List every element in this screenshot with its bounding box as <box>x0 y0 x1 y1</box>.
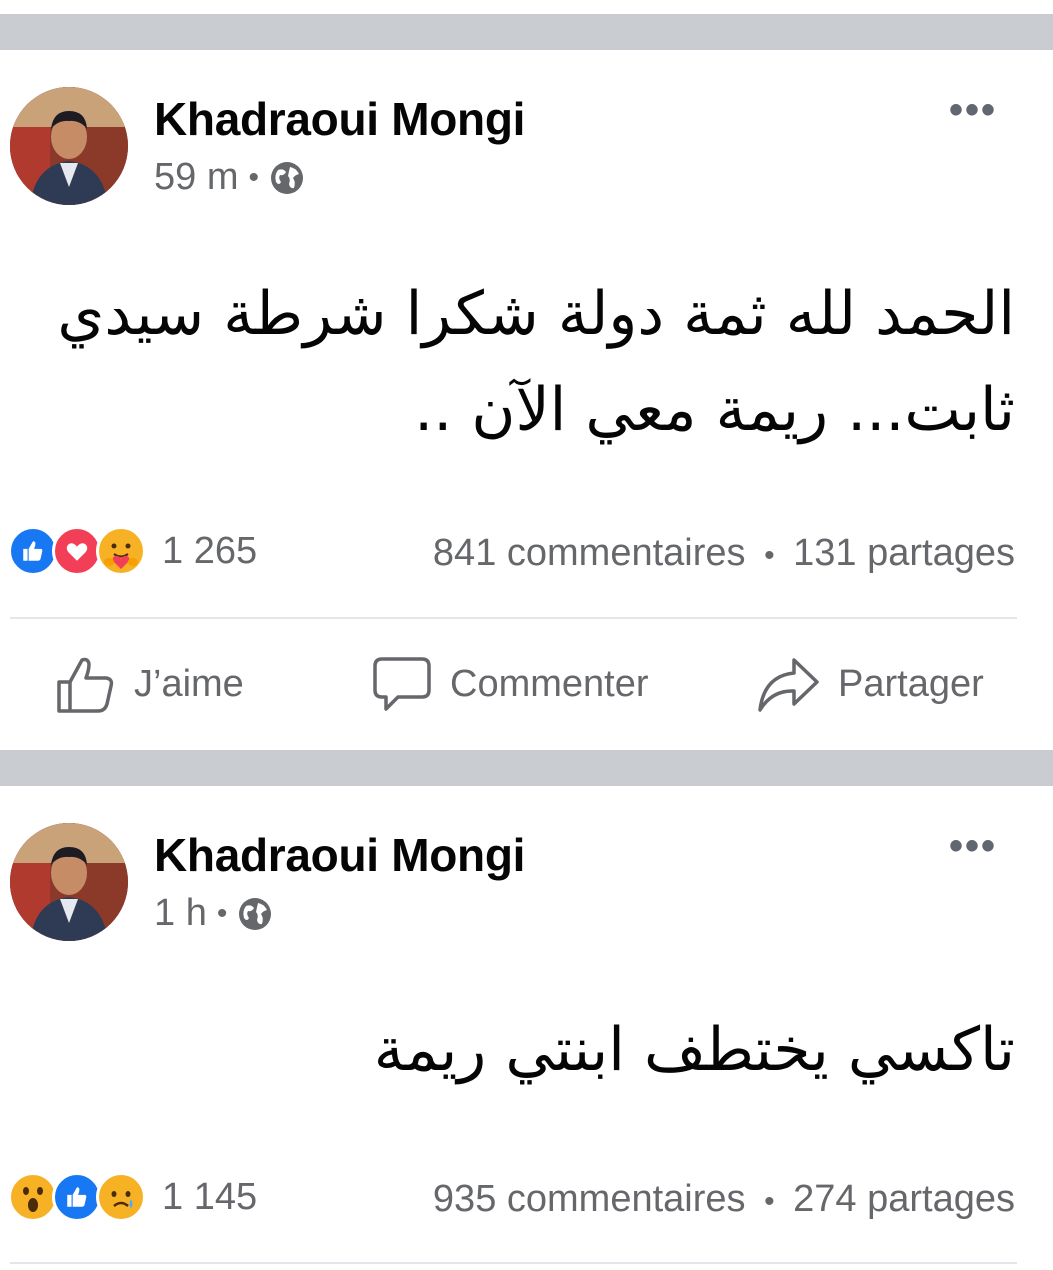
globe-icon <box>239 897 272 930</box>
post-time[interactable]: 59 m <box>154 156 238 199</box>
share-button[interactable]: Partager <box>756 654 984 714</box>
post-text: الحمد لله ثمة دولة شكرا شرطة سيدي ثابت..… <box>57 266 1015 458</box>
comment-label: Commenter <box>450 662 649 705</box>
divider <box>10 617 1017 619</box>
like-button[interactable]: J’aime <box>56 654 244 714</box>
like-label: J’aime <box>134 662 244 705</box>
thumbs-up-icon <box>57 657 114 713</box>
share-label: Partager <box>838 662 984 705</box>
globe-icon <box>271 161 303 194</box>
meta-separator: • <box>216 896 228 930</box>
like-icon <box>8 526 58 576</box>
feed-separator <box>0 750 1053 786</box>
post-stats: 935 commentaires • 274 partages <box>433 1178 1015 1221</box>
love-icon <box>52 526 102 576</box>
post-text-line: تاكسي يختطف ابنتي ريمة <box>373 1015 1015 1085</box>
post-meta: 59 m • <box>154 156 305 199</box>
reaction-count: 1 145 <box>162 1175 258 1218</box>
sad-icon <box>96 1172 146 1222</box>
comment-icon <box>373 657 431 711</box>
post-text-line: ثابت... ريمة معي الآن .. <box>414 375 1015 445</box>
reaction-count: 1 265 <box>162 529 258 572</box>
share-icon <box>758 658 819 712</box>
reaction-summary[interactable]: 1 265 <box>8 526 257 576</box>
stats-separator: • <box>764 1185 775 1218</box>
author-name[interactable]: Khadraoui Mongi <box>154 92 525 146</box>
post-card: Khadraoui Mongi 59 m • ••• الحمد لله ثمة… <box>0 50 1053 750</box>
feed-separator-top <box>0 14 1053 50</box>
reaction-summary[interactable]: 1 145 <box>8 1172 257 1222</box>
comment-button[interactable]: Commenter <box>372 654 649 714</box>
stats-separator: • <box>764 539 775 572</box>
avatar[interactable] <box>10 823 128 941</box>
like-icon <box>52 1172 102 1222</box>
avatar[interactable] <box>10 87 128 205</box>
divider <box>10 1262 1017 1264</box>
share-count[interactable]: 274 partages <box>793 1178 1015 1220</box>
post-text-line: الحمد لله ثمة دولة شكرا شرطة سيدي <box>57 279 1015 349</box>
wow-icon <box>8 1172 58 1222</box>
author-name[interactable]: Khadraoui Mongi <box>154 828 525 882</box>
post-stats: 841 commentaires • 131 partages <box>433 532 1015 575</box>
meta-separator: • <box>248 160 259 194</box>
post-meta: 1 h • <box>154 892 273 935</box>
post-card: Khadraoui Mongi 1 h • ••• تاكسي يختطف اب… <box>0 786 1053 1270</box>
comment-count[interactable]: 935 commentaires <box>433 1178 746 1220</box>
post-text: تاكسي يختطف ابنتي ريمة <box>374 1002 1015 1098</box>
post-time[interactable]: 1 h <box>154 892 207 935</box>
care-icon <box>96 526 146 576</box>
more-options-button[interactable]: ••• <box>949 88 997 133</box>
share-count[interactable]: 131 partages <box>793 532 1015 574</box>
more-options-button[interactable]: ••• <box>949 824 997 869</box>
comment-count[interactable]: 841 commentaires <box>433 532 746 574</box>
